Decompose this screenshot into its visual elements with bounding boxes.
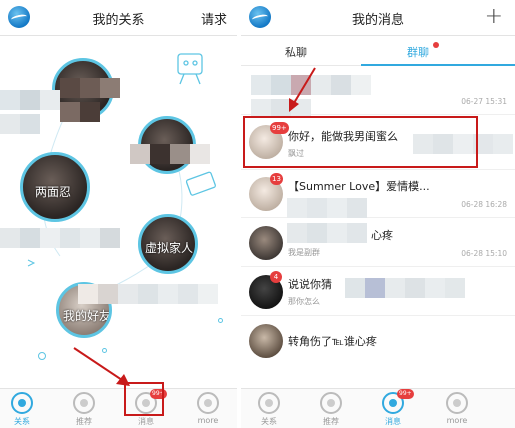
tab-label: 消息 xyxy=(138,417,154,426)
chat-name: 说说你猜 xyxy=(288,278,332,291)
tab-recommend[interactable]: 推荐 xyxy=(311,392,351,427)
chat-row[interactable]: 4 说说你猜 那你怎么 xyxy=(241,268,515,316)
bubble-label: 两面忍 xyxy=(35,185,72,199)
messages-screen: 我的消息 + 私聊 群聊 06-27 15:31 99+ 你好，能做我男闺蜜么 … xyxy=(241,0,515,428)
tab-private-chat[interactable]: 私聊 xyxy=(285,44,307,60)
page-title: 我的消息 xyxy=(351,13,404,28)
chat-row[interactable]: 转角伤了℡谁心疼 xyxy=(241,317,515,365)
tab-more[interactable]: more xyxy=(188,392,228,425)
chat-row[interactable]: 心疼 我是副群 06-28 15:10 xyxy=(241,219,515,267)
tab-label: 关系 xyxy=(261,417,277,426)
tab-label: more xyxy=(197,416,219,425)
chat-row[interactable]: 13 【Summer Love】爱情模... 06-28 16:28 xyxy=(241,170,515,218)
mosaic-blur xyxy=(0,228,120,252)
left-tab-bar: 关系 推荐 99+ 消息 more xyxy=(0,388,237,428)
mosaic-blur xyxy=(0,90,60,138)
crown-icon xyxy=(73,392,95,414)
chat-type-tabs: 私聊 群聊 xyxy=(241,36,515,66)
arrow-icon xyxy=(289,67,316,112)
right-tab-bar: 关系 推荐 99+ 消息 more xyxy=(241,388,515,428)
relationships-screen: 我的关系 请求 两面忍 虚拟家人 我的好友 关系 推荐 99+ 消息 more xyxy=(0,0,237,428)
decor-dot xyxy=(38,352,46,360)
tab-more[interactable]: more xyxy=(437,392,477,425)
bubble-label: 虚拟家人 xyxy=(145,241,194,255)
arrow-icon xyxy=(73,347,130,386)
bubble-label: 我的好友 xyxy=(63,309,112,323)
right-header: 我的消息 + xyxy=(241,0,515,36)
chat-name: 心疼 xyxy=(371,229,393,242)
mosaic-blur xyxy=(345,278,465,302)
unread-badge: 99+ xyxy=(397,389,414,399)
chat-name: 【Summer Love】爱情模... xyxy=(288,180,430,193)
avatar xyxy=(249,226,283,260)
hexagon-icon xyxy=(258,392,280,414)
unread-badge: 4 xyxy=(270,271,282,283)
plus-icon[interactable]: + xyxy=(485,4,503,30)
more-icon xyxy=(197,392,219,414)
chat-row-highlight xyxy=(243,116,478,168)
mosaic-blur xyxy=(60,78,120,126)
tab-group-chat[interactable]: 群聊 xyxy=(407,44,429,60)
tab-relationships[interactable]: 关系 xyxy=(249,392,289,427)
tab-label: 关系 xyxy=(14,417,30,426)
tab-label: 推荐 xyxy=(323,417,339,426)
relationship-bubble-two-faced[interactable]: 两面忍 xyxy=(20,152,90,222)
chat-preview: 那你怎么 xyxy=(288,297,320,306)
tab-label: more xyxy=(446,416,468,425)
tab-relationships[interactable]: 关系 xyxy=(2,392,42,427)
tab-label: 推荐 xyxy=(76,417,92,426)
decor-dot xyxy=(218,318,223,323)
chat-time: 06-28 16:28 xyxy=(461,200,507,209)
chat-name: 转角伤了℡谁心疼 xyxy=(288,335,377,348)
chat-preview: 我是副群 xyxy=(288,248,320,257)
active-tab-underline xyxy=(361,64,515,66)
new-indicator-dot xyxy=(433,42,439,48)
mosaic-blur xyxy=(130,144,210,168)
chat-time: 06-28 15:10 xyxy=(461,249,507,258)
tab-recommend[interactable]: 推荐 xyxy=(64,392,104,427)
chat-time: 06-27 15:31 xyxy=(461,97,507,106)
mosaic-blur xyxy=(287,223,367,247)
more-icon xyxy=(446,392,468,414)
avatar xyxy=(249,324,283,358)
crown-icon xyxy=(320,392,342,414)
unread-badge: 13 xyxy=(270,173,283,185)
hexagon-icon xyxy=(11,392,33,414)
left-header: 我的关系 请求 xyxy=(0,0,237,36)
request-button[interactable]: 请求 xyxy=(201,9,227,28)
mosaic-blur xyxy=(78,284,218,308)
tab-messages[interactable]: 99+ 消息 xyxy=(373,389,414,427)
tab-label: 消息 xyxy=(385,417,401,426)
relationship-bubble-virtual-family[interactable]: 虚拟家人 xyxy=(138,214,198,274)
